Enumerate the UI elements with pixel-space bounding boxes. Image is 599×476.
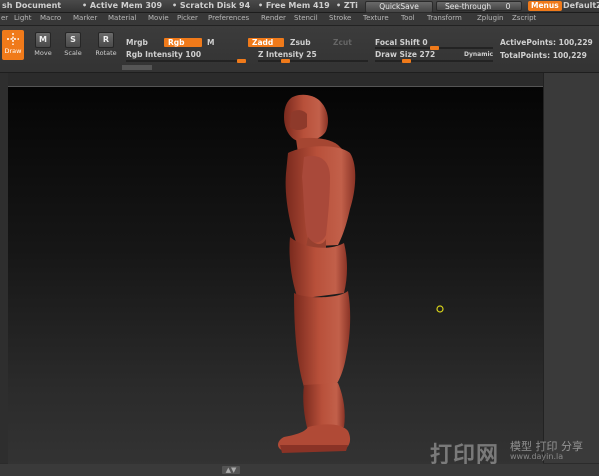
menu-item-preferences[interactable]: Preferences	[208, 14, 249, 22]
move-tool-button[interactable]: M Move	[32, 30, 54, 60]
active-points-readout: ActivePoints: 100,229	[500, 38, 593, 47]
scale-icon: S	[65, 32, 81, 48]
shelf-scroll-track[interactable]	[122, 65, 152, 70]
right-tray	[543, 73, 599, 463]
document-canvas[interactable]	[8, 86, 543, 465]
watermark: 打印网 模型 打印 分享 www.dayin.la	[430, 437, 595, 468]
bottom-tray	[0, 464, 599, 476]
menus-toggle[interactable]: Menus	[528, 1, 562, 11]
z-intensity-label: Z Intensity 25	[258, 50, 317, 59]
menu-item-layer[interactable]: er	[1, 14, 8, 22]
scale-tool-button[interactable]: S Scale	[62, 30, 84, 60]
tool-shelf: Draw M Move S Scale R Rotate Mrgb Rgb M …	[0, 26, 599, 73]
menu-item-zscript[interactable]: Zscript	[512, 14, 536, 22]
rgb-intensity-label: Rgb Intensity 100	[126, 50, 202, 59]
dynamic-button[interactable]: Dynamic	[464, 51, 493, 58]
menu-item-zplugin[interactable]: Zplugin	[477, 14, 503, 22]
menu-item-texture[interactable]: Texture	[363, 14, 389, 22]
rotate-tool-button[interactable]: R Rotate	[95, 30, 117, 60]
zadd-button[interactable]: Zadd	[248, 38, 284, 47]
menu-item-tool[interactable]: Tool	[401, 14, 415, 22]
menu-item-marker[interactable]: Marker	[73, 14, 97, 22]
z-intensity-knob[interactable]	[281, 59, 290, 63]
quicksave-button[interactable]: QuickSave	[365, 1, 433, 13]
document-menu[interactable]: sh Document	[2, 1, 61, 10]
draw-size-knob[interactable]	[402, 59, 412, 63]
total-points-readout: TotalPoints: 100,229	[500, 51, 587, 60]
scale-label: Scale	[64, 49, 82, 57]
menu-item-picker[interactable]: Picker	[177, 14, 198, 22]
rotate-icon: R	[98, 32, 114, 48]
menu-item-light[interactable]: Light	[14, 14, 31, 22]
see-through-slider[interactable]: See-through 0	[436, 1, 522, 11]
draw-label: Draw	[4, 47, 22, 55]
free-mem-readout: • Free Mem 419	[258, 1, 330, 10]
see-through-value: 0	[505, 2, 511, 11]
zcut-button[interactable]: Zcut	[333, 38, 352, 47]
draw-size-label: Draw Size 272	[375, 50, 436, 59]
draw-size-slider[interactable]	[375, 59, 493, 63]
menu-bar: er Light Macro Marker Material Movie Pic…	[0, 13, 599, 26]
brush-cursor-icon	[436, 305, 444, 313]
default-zscript-button[interactable]: DefaultZ	[563, 1, 599, 10]
rotate-label: Rotate	[95, 49, 117, 57]
m-button[interactable]: M	[207, 38, 214, 47]
see-through-label: See-through	[445, 2, 492, 11]
zsub-button[interactable]: Zsub	[290, 38, 311, 47]
menu-item-macro[interactable]: Macro	[40, 14, 61, 22]
scratch-disk-readout: • Scratch Disk 94	[172, 1, 251, 10]
menu-item-material[interactable]: Material	[108, 14, 136, 22]
title-bar: sh Document • Active Mem 309 • Scratch D…	[0, 0, 599, 13]
menu-item-movie[interactable]: Movie	[148, 14, 169, 22]
menu-item-stencil[interactable]: Stencil	[294, 14, 318, 22]
focal-shift-slider[interactable]	[375, 46, 493, 50]
menu-item-transform[interactable]: Transform	[427, 14, 462, 22]
active-mem-readout: • Active Mem 309	[82, 1, 163, 10]
menu-item-render[interactable]: Render	[261, 14, 286, 22]
draw-icon	[6, 32, 20, 46]
focal-shift-label: Focal Shift 0	[375, 38, 428, 47]
ztime-readout: • ZTi	[336, 1, 358, 10]
rgb-intensity-knob[interactable]	[237, 59, 246, 63]
sculpt-model	[278, 94, 444, 453]
menu-item-stroke[interactable]: Stroke	[329, 14, 351, 22]
z-intensity-slider[interactable]	[258, 59, 368, 63]
move-icon: M	[35, 32, 51, 48]
draw-tool-button[interactable]: Draw	[2, 30, 24, 60]
left-tray	[0, 73, 8, 463]
watermark-url: www.dayin.la	[510, 452, 564, 461]
bottom-tray-toggle[interactable]: ▲▼	[222, 466, 240, 474]
rgb-intensity-slider[interactable]	[126, 59, 246, 63]
rgb-button[interactable]: Rgb	[164, 38, 202, 47]
mrgb-button[interactable]: Mrgb	[126, 38, 148, 47]
move-label: Move	[34, 49, 52, 57]
